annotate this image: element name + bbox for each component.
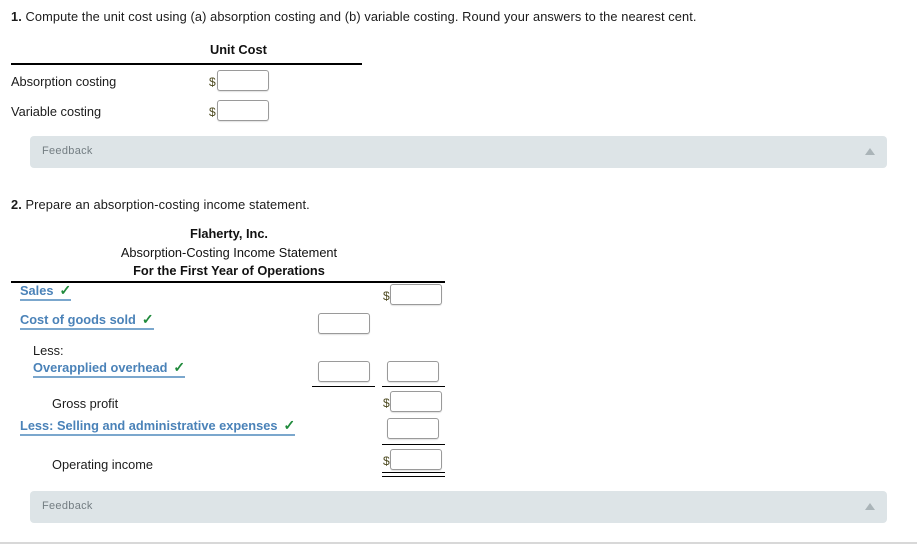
feedback-label-1: Feedback	[42, 145, 93, 157]
question-2-prompt: 2. Prepare an absorption-costing income …	[11, 197, 310, 212]
check-mark-icon: ✓	[141, 311, 154, 327]
unit-cost-table-rule	[11, 63, 362, 65]
variable-costing-label: Variable costing	[11, 104, 102, 119]
absorption-costing-label: Absorption costing	[11, 74, 117, 89]
question-1-prompt: 1. Compute the unit cost using (a) absor…	[11, 9, 697, 24]
statement-company-name: Flaherty, Inc.	[190, 226, 268, 241]
variable-costing-input[interactable]	[217, 100, 269, 121]
statement-line-less-label: Less:	[33, 343, 64, 358]
statement-line-overapplied-overhead[interactable]: Overapplied overhead ✓	[33, 359, 186, 378]
exercise-page: 1. Compute the unit cost using (a) absor…	[0, 0, 917, 550]
statement-line-overapplied-label: Overapplied overhead	[33, 360, 168, 375]
operating-income-input[interactable]	[390, 449, 442, 470]
feedback-panel-1[interactable]: Feedback	[30, 136, 887, 168]
cost-of-goods-sold-input[interactable]	[318, 313, 370, 334]
triangle-up-icon[interactable]	[865, 503, 875, 510]
sales-input[interactable]	[390, 284, 442, 305]
feedback-panel-2[interactable]: Feedback	[30, 491, 887, 523]
statement-line-operating-income-label: Operating income	[52, 457, 154, 472]
absorption-costing-currency: $	[209, 75, 216, 89]
operating-income-currency: $	[383, 454, 390, 468]
unit-cost-column-header: Unit Cost	[210, 42, 267, 57]
variable-costing-currency: $	[209, 105, 216, 119]
statement-line-sales[interactable]: Sales ✓	[20, 282, 72, 301]
overapplied-overhead-input-col2[interactable]	[387, 361, 439, 382]
selling-admin-expenses-input[interactable]	[387, 418, 439, 439]
question-1-text: Compute the unit cost using (a) absorpti…	[25, 9, 697, 24]
statement-period: For the First Year of Operations	[133, 263, 325, 278]
subtotal-rule-operating-income	[382, 444, 445, 445]
total-double-rule-top	[382, 472, 445, 473]
gross-profit-currency: $	[383, 396, 390, 410]
subtotal-rule-col1	[312, 386, 375, 387]
triangle-up-icon[interactable]	[865, 148, 875, 155]
total-double-rule-bottom	[382, 476, 445, 477]
statement-line-sga-label: Less: Selling and administrative expense…	[20, 418, 278, 433]
statement-line-sales-label: Sales	[20, 283, 54, 298]
statement-line-gross-profit-label: Gross profit	[52, 396, 119, 411]
subtotal-rule-col2	[382, 386, 445, 387]
overapplied-overhead-input-col1[interactable]	[318, 361, 370, 382]
page-bottom-divider	[0, 542, 917, 544]
absorption-costing-input[interactable]	[217, 70, 269, 91]
question-2-number: 2.	[11, 197, 22, 212]
statement-title: Absorption-Costing Income Statement	[120, 245, 338, 260]
check-mark-icon: ✓	[283, 417, 296, 433]
gross-profit-input[interactable]	[390, 391, 442, 412]
sales-currency: $	[383, 289, 390, 303]
statement-line-cost-of-goods-sold[interactable]: Cost of goods sold ✓	[20, 312, 154, 330]
statement-top-rule	[11, 281, 445, 283]
feedback-label-2: Feedback	[42, 500, 93, 512]
question-1-number: 1.	[11, 9, 22, 24]
check-mark-icon: ✓	[59, 282, 72, 298]
check-mark-icon: ✓	[173, 359, 186, 375]
statement-line-selling-admin-expenses[interactable]: Less: Selling and administrative expense…	[20, 417, 296, 436]
statement-line-cogs-label: Cost of goods sold	[20, 312, 136, 327]
question-2-text: Prepare an absorption-costing income sta…	[25, 197, 310, 212]
